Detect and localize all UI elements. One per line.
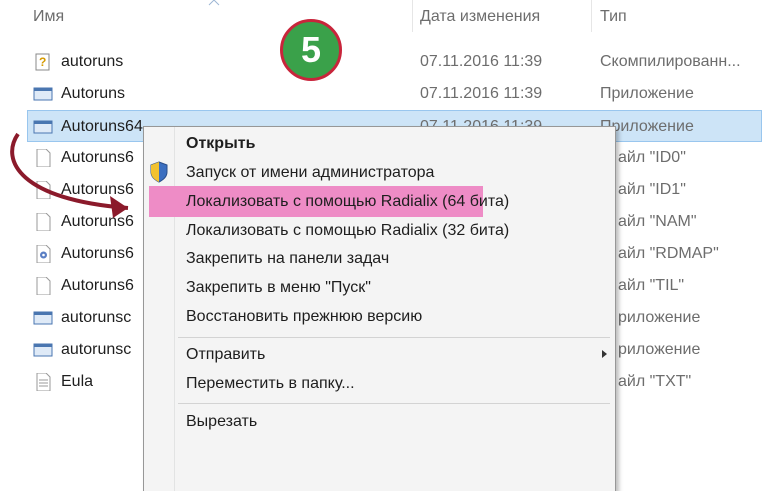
context-menu: Открыть Запуск от имени администратора Л…	[143, 126, 616, 491]
menu-item-cut[interactable]: Вырезать	[186, 413, 257, 431]
menu-item-move-to[interactable]: Переместить в папку...	[186, 375, 355, 393]
file-type: риложение	[618, 341, 701, 358]
compiled-help-icon: ?	[35, 53, 50, 71]
file-name: Eula	[61, 373, 94, 390]
column-header: Имя Дата изменения Тип	[0, 0, 762, 34]
menu-separator	[178, 337, 610, 338]
sort-arrow-icon	[208, 0, 220, 6]
column-divider[interactable]	[412, 0, 413, 32]
menu-item-pin-start[interactable]: Закрепить в меню "Пуск"	[186, 279, 371, 297]
file-date: 07.11.2016 11:39	[420, 53, 543, 70]
svg-text:?: ?	[39, 55, 46, 69]
file-type: Приложение	[600, 85, 694, 102]
file-name: Autoruns6	[61, 245, 134, 262]
submenu-arrow-icon	[602, 350, 607, 358]
file-row[interactable]: Autoruns 07.11.2016 11:39 Приложение	[0, 78, 762, 110]
file-row[interactable]: ? autoruns 07.11.2016 11:39 Скомпилирова…	[0, 46, 762, 78]
menu-item-pin-taskbar[interactable]: Закрепить на панели задач	[186, 250, 389, 268]
column-name[interactable]: Имя	[33, 8, 64, 26]
menu-separator	[178, 403, 610, 404]
file-date: 07.11.2016 11:39	[420, 85, 543, 102]
column-type[interactable]: Тип	[600, 8, 627, 26]
menu-item-localize-32[interactable]: Локализовать с помощью Radialix (32 бита…	[186, 222, 509, 240]
application-icon	[33, 343, 53, 357]
menu-item-restore[interactable]: Восстановить прежнюю версию	[186, 308, 422, 326]
application-icon	[33, 87, 53, 101]
file-type: айл "NAM"	[618, 213, 697, 230]
file-name: autoruns	[61, 53, 124, 70]
menu-item-send-to[interactable]: Отправить	[186, 346, 265, 364]
callout-arrow-icon	[10, 132, 129, 218]
file-type: айл "RDMAP"	[618, 245, 719, 262]
menu-item-run-as-admin[interactable]: Запуск от имени администратора	[186, 164, 434, 182]
file-name: autorunsc	[61, 341, 132, 358]
file-name: Autoruns6	[61, 277, 134, 294]
menu-item-open[interactable]: Открыть	[186, 135, 255, 153]
file-type: Скомпилированн...	[600, 53, 741, 70]
file-type: айл "ID1"	[618, 181, 686, 198]
file-type: риложение	[618, 309, 701, 326]
file-name: autorunsc	[61, 309, 132, 326]
column-divider[interactable]	[591, 0, 592, 32]
step-number-badge: 5	[280, 19, 342, 81]
text-file-icon	[36, 373, 51, 391]
menu-icon-gutter	[174, 127, 175, 491]
application-icon	[33, 311, 53, 325]
generic-file-icon	[36, 277, 51, 295]
column-date[interactable]: Дата изменения	[420, 8, 540, 26]
file-type: айл "TXT"	[618, 373, 692, 390]
file-type: айл "ID0"	[618, 149, 686, 166]
file-type: айл "TIL"	[618, 277, 685, 294]
file-name: Autoruns	[61, 85, 126, 102]
gear-file-icon	[36, 245, 51, 263]
menu-item-localize-64[interactable]: Локализовать с помощью Radialix (64 бита…	[186, 193, 509, 211]
